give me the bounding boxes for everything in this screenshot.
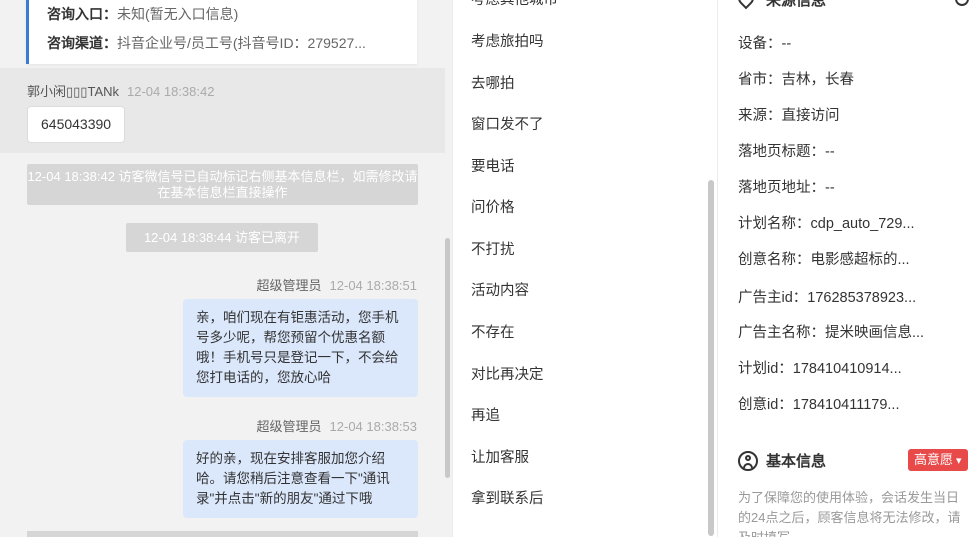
next-message-strip: [27, 531, 418, 537]
agent-time: 12-04 18:38:53: [329, 419, 417, 434]
visitor-bubble[interactable]: 645043390: [27, 106, 126, 143]
phrases-scrollbar[interactable]: [708, 180, 714, 536]
channel-label: 咨询渠道：: [47, 35, 117, 51]
agent-name: 超级管理员: [256, 278, 322, 293]
phrase-item[interactable]: 对比再决定: [471, 363, 544, 384]
system-leave-note: 12-04 18:38:44 访客已离开: [126, 223, 318, 252]
basic-info-title: 基本信息: [766, 453, 827, 470]
agent-bubble[interactable]: 好的亲，现在安排客服加您介绍哈。请您稍后注意查看一下"通讯录"并点击"新的朋友"…: [183, 440, 418, 518]
phrase-item[interactable]: 去哪拍: [471, 72, 515, 93]
entry-label: 咨询入口：: [47, 6, 117, 22]
source-info-panel: 来源信息 设备：-- 省市：吉林，长春 来源：直接访问 落地页标题：-- 落地页…: [717, 0, 975, 537]
visitor-time: 12-04 18:38:42: [127, 84, 215, 99]
source-row: 来源：直接访问: [738, 108, 840, 124]
phrase-item[interactable]: 不打扰: [471, 238, 515, 259]
source-row: 创意名称：电影感超标的...: [738, 252, 910, 268]
user-icon: [738, 450, 758, 471]
consult-info-card: 咨询入口：未知(暂无入口信息) 咨询渠道：抖音企业号/员工号(抖音号ID：279…: [26, 0, 417, 64]
source-row: 落地页标题：--: [738, 144, 835, 160]
source-row: 广告主名称：提米映画信息...: [738, 325, 925, 341]
source-row: 广告主id：176285378923...: [738, 290, 917, 306]
phrase-item[interactable]: 问价格: [471, 196, 515, 217]
intent-badge[interactable]: 高意愿: [908, 449, 968, 471]
location-pin-icon: [734, 0, 758, 10]
phrase-item[interactable]: 不存在: [471, 321, 515, 342]
source-row: 省市：吉林，长春: [738, 72, 854, 88]
channel-value: 抖音企业号/员工号(抖音号ID：279527...: [117, 35, 366, 51]
agent-meta: 超级管理员 12-04 18:38:53: [257, 416, 417, 435]
quick-phrases-panel: 考虑其他城市 考虑旅拍吗 去哪拍 窗口发不了 要电话 问价格 不打扰 活动内容 …: [452, 0, 717, 537]
phrase-item[interactable]: 拿到联系后: [471, 487, 544, 508]
agent-bubble[interactable]: 亲，咱们现在有钜惠活动，您手机号多少呢，帮您预留个优惠名额哦！手机号只是登记一下…: [183, 299, 418, 397]
source-row: 计划名称：cdp_auto_729...: [738, 216, 915, 232]
phrase-item[interactable]: 考虑旅拍吗: [471, 30, 544, 51]
phrase-item[interactable]: 再追: [471, 404, 500, 425]
agent-time: 12-04 18:38:51: [329, 278, 417, 293]
source-row: 计划id：178410410914...: [738, 361, 902, 377]
source-row: 创意id：178410411179...: [738, 397, 900, 413]
phrase-item[interactable]: 考虑其他城市: [471, 0, 558, 9]
visitor-name: 郭小闲▯▯▯TANk: [27, 84, 119, 99]
basic-info-header: 基本信息: [738, 450, 826, 471]
agent-name: 超级管理员: [256, 419, 322, 434]
phrase-item[interactable]: 让加客服: [471, 446, 529, 467]
source-row: 设备：--: [738, 36, 792, 52]
agent-meta: 超级管理员 12-04 18:38:51: [257, 275, 417, 294]
channel-line: 咨询渠道：抖音企业号/员工号(抖音号ID：279527...: [47, 29, 407, 58]
edit-deadline-note: 为了保障您的使用体验，会话发生当日的24点之后，顾客信息将无法修改，请及时填写: [738, 490, 961, 537]
entry-line: 咨询入口：未知(暂无入口信息): [47, 0, 407, 29]
phrase-item[interactable]: 活动内容: [471, 279, 529, 300]
phrase-item[interactable]: 要电话: [471, 155, 515, 176]
visitor-message: 郭小闲▯▯▯TANk 12-04 18:38:42 645043390: [0, 68, 445, 153]
phrase-item[interactable]: 窗口发不了: [471, 113, 544, 134]
chat-scrollbar[interactable]: [445, 238, 450, 478]
system-note: 12-04 18:38:42 访客微信号已自动标记右侧基本信息栏，如需修改请在基…: [27, 164, 418, 205]
source-title: 来源信息: [766, 0, 827, 9]
source-row: 落地页地址：--: [738, 180, 835, 196]
settings-icon[interactable]: [955, 0, 969, 6]
visitor-name-line: 郭小闲▯▯▯TANk 12-04 18:38:42: [27, 81, 214, 100]
entry-value: 未知(暂无入口信息): [117, 6, 239, 22]
chat-panel: 咨询入口：未知(暂无入口信息) 咨询渠道：抖音企业号/员工号(抖音号ID：279…: [0, 0, 452, 537]
